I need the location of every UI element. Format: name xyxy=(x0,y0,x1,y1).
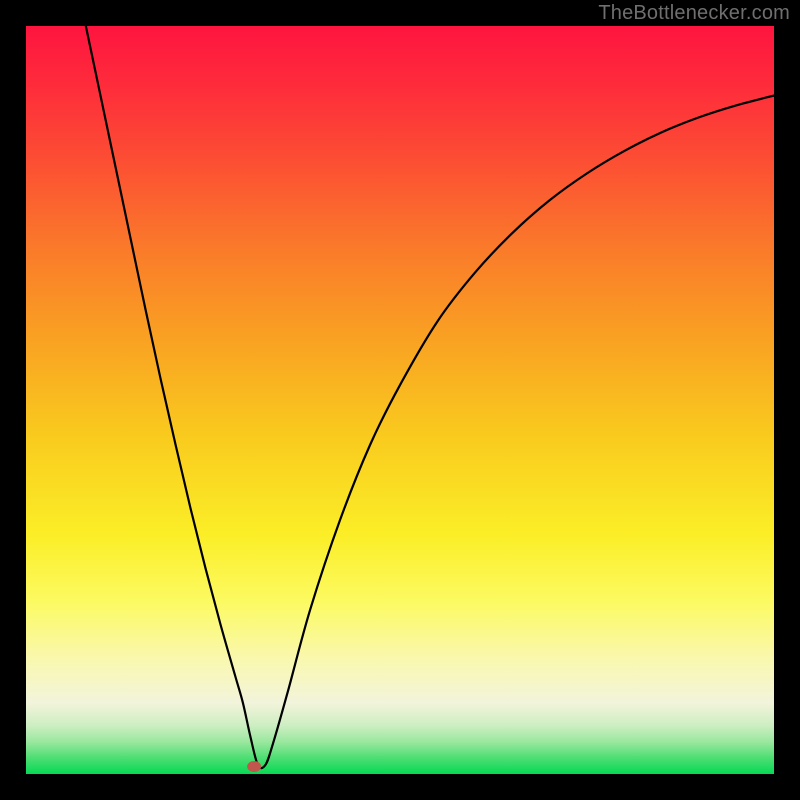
gradient-background xyxy=(26,26,774,774)
plot-area xyxy=(26,26,774,774)
chart-svg xyxy=(26,26,774,774)
watermark-text: TheBottlenecker.com xyxy=(598,2,790,25)
optimal-point-marker xyxy=(247,761,261,772)
chart-frame: TheBottlenecker.com xyxy=(0,0,800,800)
